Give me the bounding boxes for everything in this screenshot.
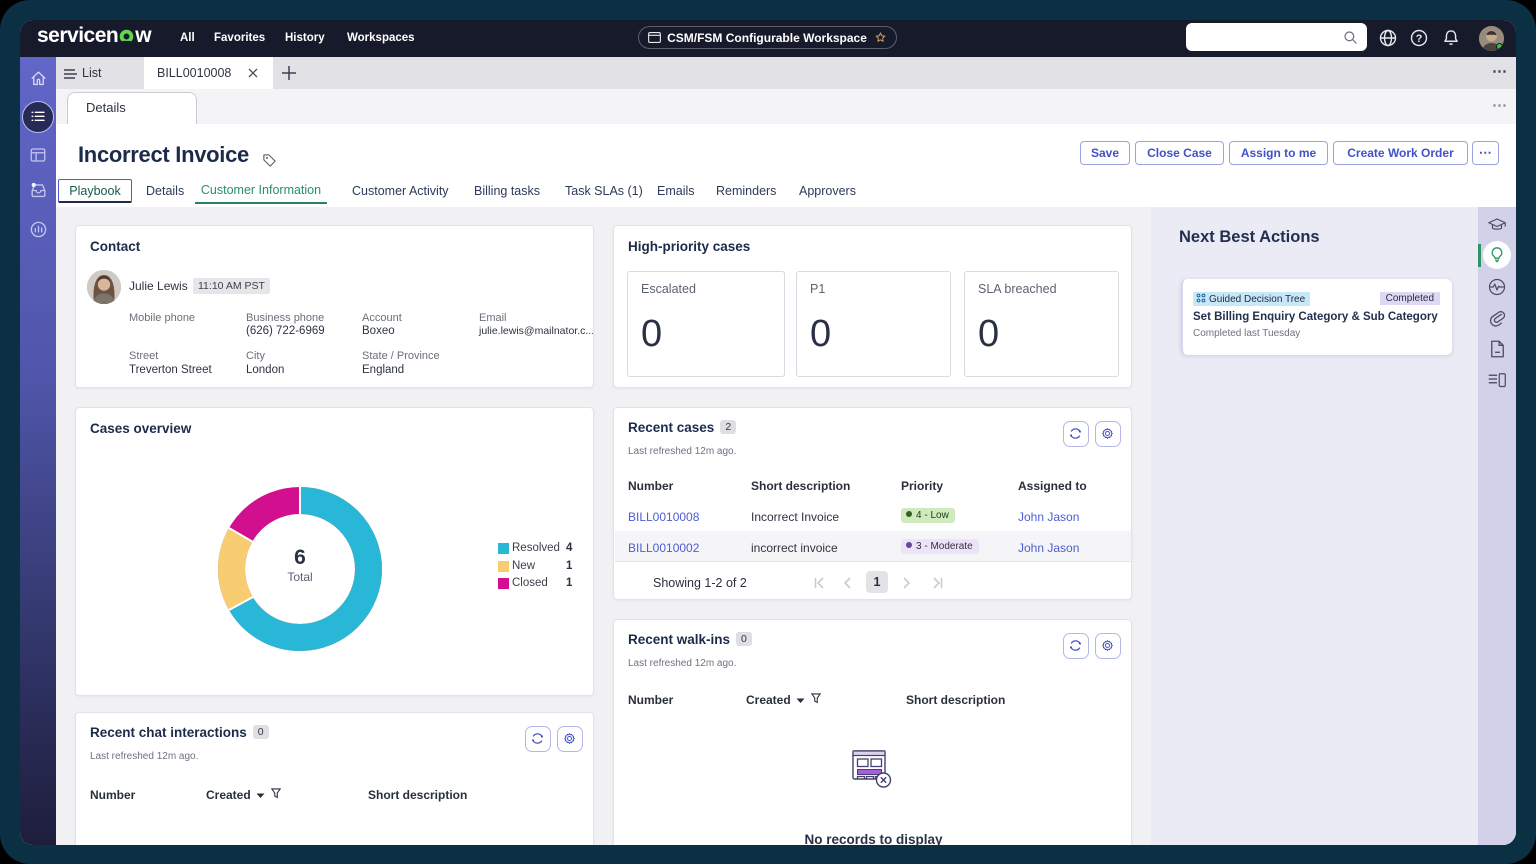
svg-text:?: ?: [1416, 33, 1423, 45]
